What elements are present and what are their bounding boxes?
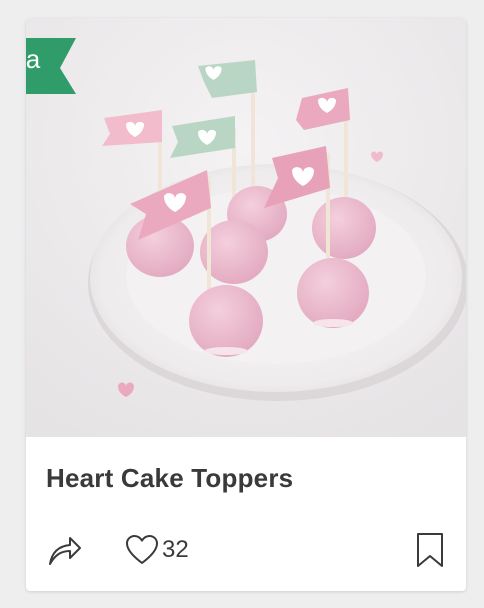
share-arrow-icon (49, 537, 81, 565)
card-title[interactable]: Heart Cake Toppers (46, 463, 293, 494)
badge-letter: a (26, 44, 41, 74)
product-image[interactable] (26, 18, 466, 437)
like-button[interactable]: 32 (124, 530, 189, 570)
like-count: 32 (162, 536, 189, 563)
product-card[interactable]: a Heart Cake Toppers 32 (26, 18, 466, 591)
brand-badge: a (26, 38, 76, 94)
share-button[interactable] (44, 530, 84, 570)
bookmark-outline-icon (417, 533, 443, 567)
card-actions: 32 (26, 528, 466, 572)
heart-outline-icon (126, 535, 158, 564)
bookmark-button[interactable] (412, 530, 448, 570)
cake-pops-photo (26, 18, 466, 437)
